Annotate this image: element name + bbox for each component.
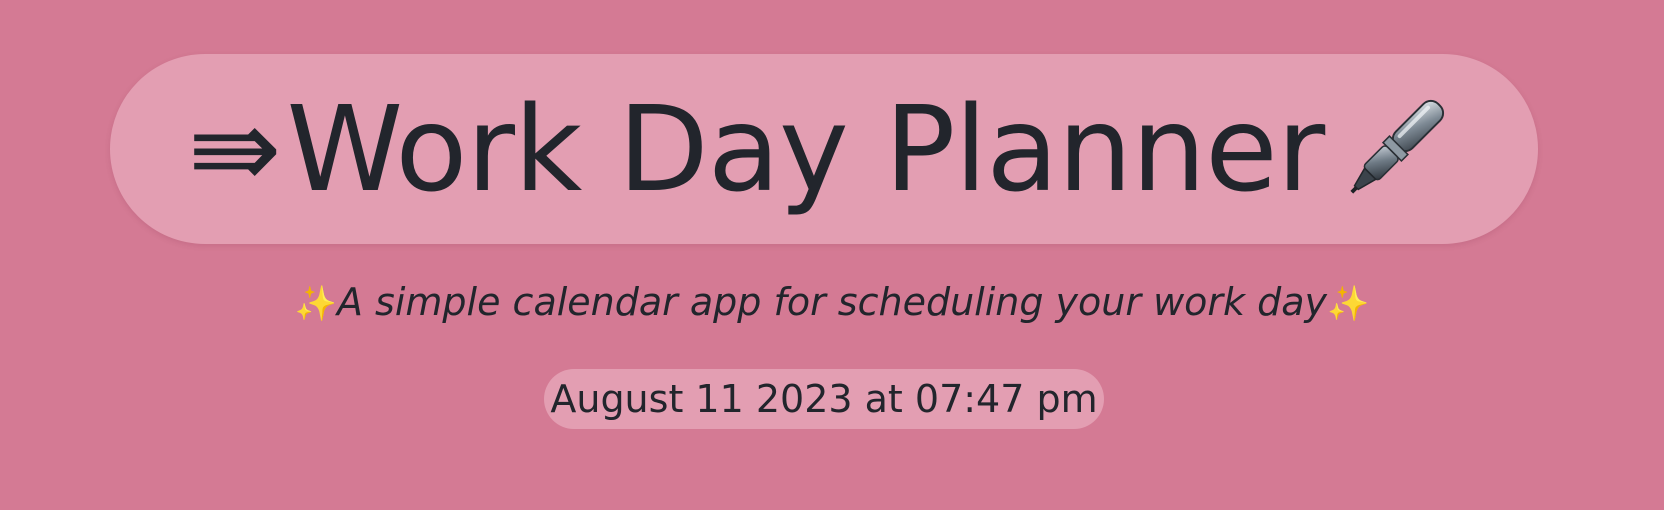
sparkles-icon: ✨ (294, 284, 337, 324)
subtitle: ✨A simple calendar app for scheduling yo… (0, 276, 1664, 330)
current-datetime: August 11 2023 at 07:47 pm (544, 369, 1104, 429)
sparkles-icon: ✨ (1327, 284, 1370, 324)
page-title-text: Work Day Planner (286, 80, 1326, 218)
pen-icon (1330, 84, 1460, 214)
title-banner: ⇛ Work Day Planner (110, 54, 1538, 244)
arrow-icon: ⇛ (187, 84, 282, 214)
header: ⇛ Work Day Planner ✨A simple calendar ap… (0, 0, 1664, 510)
page-title: ⇛ Work Day Planner (188, 84, 1461, 214)
subtitle-text: A simple calendar app for scheduling you… (336, 280, 1328, 324)
